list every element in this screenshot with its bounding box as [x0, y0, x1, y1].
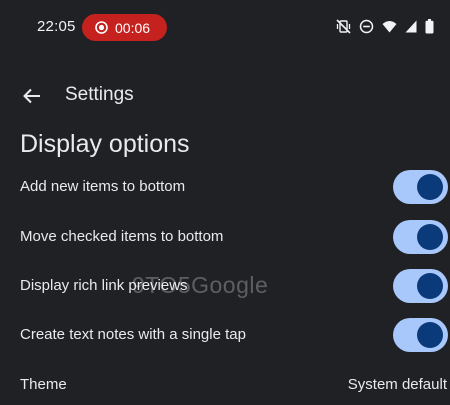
setting-row-display-rich-link-previews[interactable]: Display rich link previews — [0, 263, 450, 311]
theme-setting-row[interactable]: Theme System default — [0, 365, 450, 405]
setting-row-single-tap-text-notes[interactable]: Create text notes with a single tap — [0, 312, 450, 360]
battery-icon — [425, 18, 434, 33]
signal-icon — [405, 20, 417, 32]
move-checked-items-bottom-toggle[interactable] — [393, 220, 448, 254]
page-title: Settings — [65, 84, 134, 105]
vibrate-off-icon — [336, 18, 351, 34]
setting-label: Move checked items to bottom — [20, 228, 224, 245]
single-tap-text-notes-toggle[interactable] — [393, 318, 448, 352]
add-new-items-bottom-toggle[interactable] — [393, 170, 448, 204]
section-title: Display options — [20, 130, 190, 158]
toggle-thumb — [417, 322, 443, 348]
setting-row-move-checked-items-bottom[interactable]: Move checked items to bottom — [0, 214, 450, 262]
setting-label: Display rich link previews — [20, 277, 188, 294]
toggle-thumb — [417, 174, 443, 200]
screen-recording-chip[interactable]: 00:06 — [82, 14, 167, 41]
status-time: 22:05 — [37, 18, 76, 35]
setting-row-add-new-items-bottom[interactable]: Add new items to bottom — [0, 164, 450, 212]
arrow-left-icon — [23, 88, 40, 104]
setting-label: Add new items to bottom — [20, 178, 186, 195]
record-icon — [95, 21, 108, 34]
toggle-thumb — [417, 273, 443, 299]
app-bar: Settings — [0, 70, 450, 122]
back-button[interactable] — [14, 78, 50, 114]
status-icons — [336, 16, 434, 36]
wifi-icon — [382, 20, 397, 32]
toggle-thumb — [417, 224, 443, 250]
recording-time: 00:06 — [115, 20, 151, 36]
theme-label: Theme — [20, 376, 67, 393]
display-rich-link-previews-toggle[interactable] — [393, 269, 448, 303]
setting-label: Create text notes with a single tap — [20, 326, 246, 343]
theme-value: System default — [347, 376, 447, 393]
status-bar: 22:05 00:06 — [0, 0, 450, 56]
do-not-disturb-icon — [359, 19, 374, 33]
